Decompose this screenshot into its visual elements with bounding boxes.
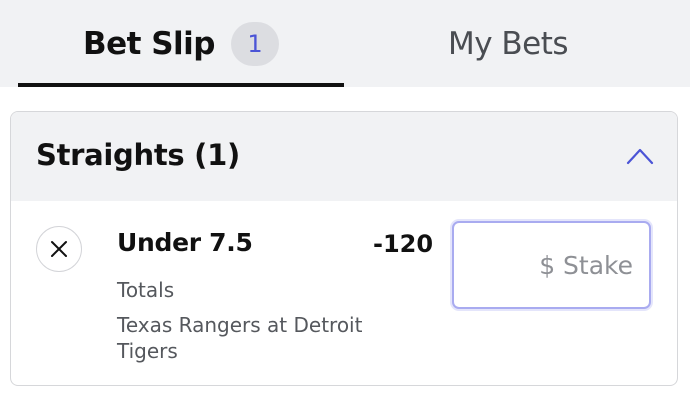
bet-selection: Under 7.5 [117, 228, 253, 257]
tab-bet-slip[interactable]: Bet Slip 1 [18, 0, 344, 87]
tab-my-bets[interactable]: My Bets [344, 0, 672, 87]
tab-my-bets-label: My Bets [447, 25, 569, 62]
close-icon [51, 241, 67, 257]
active-tab-indicator [18, 83, 344, 87]
stake-input[interactable] [452, 221, 651, 309]
remove-bet-button[interactable] [36, 226, 82, 272]
tab-bet-slip-label: Bet Slip [82, 25, 216, 62]
bet-market: Totals [117, 278, 175, 302]
bet-count-badge: 1 [231, 21, 280, 66]
straights-header[interactable]: Straights (1) [11, 112, 677, 201]
bet-odds: -120 [373, 230, 434, 258]
bet-event: Texas Rangers at Detroit Tigers [117, 313, 363, 363]
bet-tabs: Bet Slip 1 My Bets [0, 0, 690, 87]
chevron-up-icon[interactable] [625, 145, 655, 167]
section-title: Straights (1) [36, 138, 240, 172]
straights-section: Straights (1) Under 7.5 -120 Totals Texa… [10, 111, 678, 386]
